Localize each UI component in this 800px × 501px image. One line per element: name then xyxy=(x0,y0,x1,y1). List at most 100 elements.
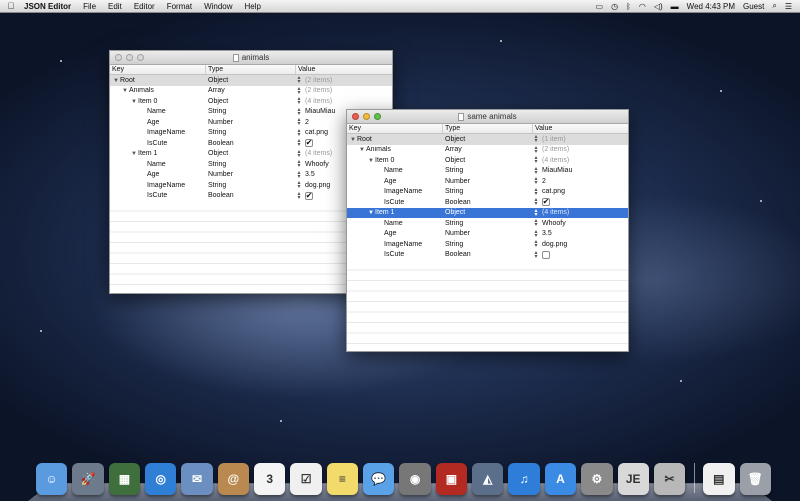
value-cell[interactable]: ▴▾ xyxy=(533,251,628,259)
disclosure-triangle-icon[interactable]: ▼ xyxy=(367,210,375,216)
minimize-button[interactable] xyxy=(126,54,133,61)
key-cell[interactable]: IsCute xyxy=(110,140,206,147)
battery-icon[interactable]: ▬ xyxy=(671,2,679,11)
type-cell[interactable]: String xyxy=(443,241,533,248)
outline-row[interactable]: NameString▴▾Whoofy xyxy=(347,218,628,229)
mission-control-icon[interactable]: ▦ xyxy=(109,463,140,495)
close-button[interactable] xyxy=(352,113,359,120)
type-cell[interactable]: Boolean xyxy=(443,251,533,258)
facetime-icon[interactable]: ◉ xyxy=(399,463,430,495)
type-cell[interactable]: Object xyxy=(443,136,533,143)
type-stepper-icon[interactable]: ▴▾ xyxy=(296,192,302,200)
notes-icon[interactable]: ≡ xyxy=(327,463,358,495)
type-cell[interactable]: Object xyxy=(206,98,296,105)
outline-row[interactable]: AgeNumber▴▾3.5 xyxy=(347,229,628,240)
type-stepper-icon[interactable]: ▴▾ xyxy=(533,198,539,206)
value-cell[interactable]: ▴▾(2 items) xyxy=(296,87,392,95)
value-cell[interactable]: ▴▾(2 items) xyxy=(296,76,392,84)
zoom-button[interactable] xyxy=(374,113,381,120)
key-cell[interactable]: ImageName xyxy=(347,241,443,248)
outline-row[interactable]: ▼AnimalsArray▴▾(2 items) xyxy=(110,86,392,97)
column-key-header[interactable]: Key xyxy=(347,124,443,133)
boolean-checkbox[interactable] xyxy=(542,251,550,259)
contacts-icon[interactable]: @ xyxy=(218,463,249,495)
volume-icon[interactable]: ◁) xyxy=(654,2,663,11)
screen-sharing-icon[interactable]: ▭ xyxy=(596,2,604,11)
key-cell[interactable]: Age xyxy=(347,230,443,237)
key-cell[interactable]: Age xyxy=(347,178,443,185)
type-cell[interactable]: Array xyxy=(206,87,296,94)
close-button[interactable] xyxy=(115,54,122,61)
user-menu[interactable]: Guest xyxy=(743,2,764,11)
value-cell[interactable]: ▴▾(4 items) xyxy=(533,156,628,164)
value-cell[interactable]: ▴▾(4 items) xyxy=(296,97,392,105)
menu-file[interactable]: File xyxy=(77,2,102,11)
outline-row[interactable]: ImageNameString▴▾cat.png xyxy=(347,187,628,198)
key-cell[interactable]: Age xyxy=(110,171,206,178)
json-editor-icon[interactable]: JE xyxy=(618,463,649,495)
boolean-checkbox[interactable]: ✔ xyxy=(305,192,313,200)
key-cell[interactable]: ▼Root xyxy=(347,136,443,143)
mail-icon[interactable]: ✉ xyxy=(181,463,212,495)
time-machine-icon[interactable]: ◷ xyxy=(611,2,618,11)
column-value-header[interactable]: Value xyxy=(533,124,628,133)
value-cell[interactable]: ▴▾MiauMiau xyxy=(533,167,628,175)
column-type-header[interactable]: Type xyxy=(443,124,533,133)
launchpad-icon[interactable]: 🚀 xyxy=(72,463,103,495)
outline-row[interactable]: ▼RootObject▴▾(1 item) xyxy=(347,134,628,145)
key-cell[interactable]: IsCute xyxy=(110,192,206,199)
type-cell[interactable]: Object xyxy=(443,157,533,164)
notification-center-icon[interactable]: ☰ xyxy=(785,2,792,11)
menu-window[interactable]: Window xyxy=(198,2,238,11)
key-cell[interactable]: ▼Item 1 xyxy=(110,150,206,157)
value-cell[interactable]: ▴▾dog.png xyxy=(533,240,628,248)
key-cell[interactable]: ▼Item 1 xyxy=(347,209,443,216)
type-cell[interactable]: String xyxy=(443,167,533,174)
disclosure-triangle-icon[interactable]: ▼ xyxy=(367,158,375,164)
menu-editor[interactable]: Editor xyxy=(128,2,161,11)
menu-format[interactable]: Format xyxy=(161,2,198,11)
outline-row[interactable]: IsCuteBoolean▴▾✔ xyxy=(347,197,628,208)
key-cell[interactable]: Name xyxy=(347,167,443,174)
calendar-icon[interactable]: 3 xyxy=(254,463,285,495)
type-cell[interactable]: Boolean xyxy=(206,192,296,199)
key-cell[interactable]: ▼Root xyxy=(110,77,206,84)
type-cell[interactable]: Number xyxy=(443,230,533,237)
type-cell[interactable]: Boolean xyxy=(443,199,533,206)
wifi-icon[interactable]: ◠ xyxy=(639,2,646,11)
column-key-header[interactable]: Key xyxy=(110,65,206,74)
finder-icon[interactable]: ☺ xyxy=(36,463,67,495)
app-menu[interactable]: JSON Editor xyxy=(22,2,77,11)
key-cell[interactable]: ▼Item 0 xyxy=(110,98,206,105)
outline-row[interactable]: ▼Item 1Object▴▾(4 items) xyxy=(347,208,628,219)
outline-row[interactable]: NameString▴▾MiauMiau xyxy=(347,166,628,177)
disclosure-triangle-icon[interactable]: ▼ xyxy=(358,147,366,153)
trash-icon[interactable]: 🗑 xyxy=(740,463,771,495)
key-cell[interactable]: Name xyxy=(347,220,443,227)
type-cell[interactable]: Number xyxy=(206,171,296,178)
value-cell[interactable]: ▴▾(4 items) xyxy=(533,209,628,217)
title-bar[interactable]: animals xyxy=(110,51,392,65)
apple-menu-icon[interactable]:  xyxy=(0,1,22,11)
iphoto-icon[interactable]: ◭ xyxy=(472,463,503,495)
outline-row[interactable]: AgeNumber▴▾2 xyxy=(347,176,628,187)
column-value-header[interactable]: Value xyxy=(296,65,392,74)
column-type-header[interactable]: Type xyxy=(206,65,296,74)
minimize-button[interactable] xyxy=(363,113,370,120)
type-cell[interactable]: String xyxy=(443,220,533,227)
key-cell[interactable]: ImageName xyxy=(110,182,206,189)
type-cell[interactable]: String xyxy=(443,188,533,195)
system-preferences-icon[interactable]: ⚙ xyxy=(581,463,612,495)
key-cell[interactable]: IsCute xyxy=(347,251,443,258)
title-bar[interactable]: same animals xyxy=(347,110,628,124)
itunes-icon[interactable]: ♫ xyxy=(508,463,539,495)
safari-icon[interactable]: ◎ xyxy=(145,463,176,495)
type-stepper-icon[interactable]: ▴▾ xyxy=(533,251,539,259)
spotlight-icon[interactable]: ⌕ xyxy=(772,1,776,11)
outline-row[interactable]: ▼Item 0Object▴▾(4 items) xyxy=(110,96,392,107)
disclosure-triangle-icon[interactable]: ▼ xyxy=(130,151,138,157)
key-cell[interactable]: ▼Item 0 xyxy=(347,157,443,164)
scissors-icon[interactable]: ✂ xyxy=(654,463,685,495)
key-cell[interactable]: Age xyxy=(110,119,206,126)
disclosure-triangle-icon[interactable]: ▼ xyxy=(112,78,120,84)
